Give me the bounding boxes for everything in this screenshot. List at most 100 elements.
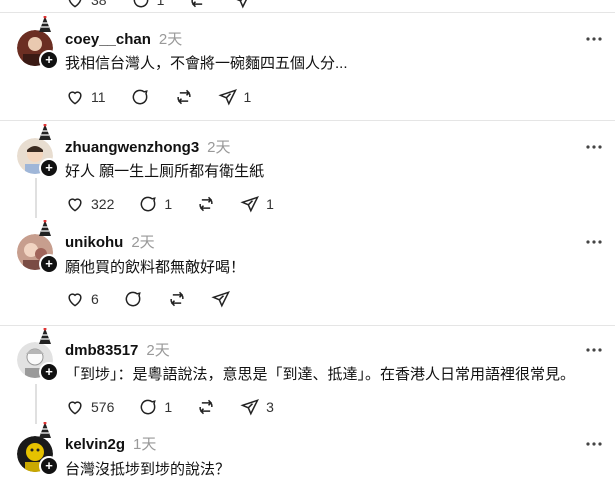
more-icon[interactable]: [585, 138, 603, 156]
share-count: 1: [266, 196, 274, 212]
timestamp[interactable]: 2天: [146, 339, 169, 360]
comment-icon: [140, 196, 157, 212]
share-button[interactable]: [211, 289, 231, 309]
reply-button[interactable]: [130, 87, 150, 107]
reply-button[interactable]: 1: [138, 397, 172, 417]
divider: [0, 120, 615, 121]
thread-line: [35, 384, 37, 424]
avatar[interactable]: +: [17, 220, 59, 274]
like-count: 576: [91, 399, 115, 415]
more-icon[interactable]: [585, 435, 603, 453]
like-button[interactable]: 6: [65, 289, 99, 309]
reply-button[interactable]: 1: [138, 194, 172, 214]
heart-icon: [68, 0, 82, 8]
thread-line: [35, 178, 37, 218]
follow-button[interactable]: +: [39, 158, 59, 178]
share-button[interactable]: [232, 0, 252, 10]
divider: [0, 325, 615, 326]
heart-icon: [68, 293, 82, 307]
avatar[interactable]: +: [17, 328, 59, 382]
post-actions: 6: [65, 288, 255, 310]
post-text: 「到埗」：是粵語說法，意思是「到達、抵達」。在香港人日常用語裡很常見。: [65, 366, 576, 383]
more-icon[interactable]: [585, 233, 603, 251]
username[interactable]: unikohu: [65, 234, 123, 251]
repost-icon: [199, 196, 213, 212]
username[interactable]: coey__chan: [65, 31, 151, 48]
post-header: zhuangwenzhong3 2天: [65, 136, 231, 156]
post-text: 好人 願一生上厠所都有衛生紙: [65, 163, 265, 180]
party-hat-icon: [39, 220, 51, 236]
post-text: 台灣沒抵埗到埗的說法？: [65, 461, 231, 478]
repost-icon: [191, 0, 205, 8]
like-button[interactable]: 576: [65, 397, 114, 417]
share-count: 3: [266, 399, 274, 415]
post-text: 願他買的飲料都無敵好喝！: [65, 259, 246, 276]
party-hat-icon: [39, 422, 51, 438]
heart-icon: [68, 198, 82, 212]
avatar[interactable]: +: [17, 124, 59, 178]
timestamp[interactable]: 2天: [131, 231, 154, 252]
divider: [0, 12, 615, 13]
timestamp[interactable]: 1天: [133, 433, 156, 454]
comment-icon: [140, 399, 157, 415]
more-icon[interactable]: [585, 341, 603, 359]
post-header: unikohu 2天: [65, 231, 155, 251]
send-icon: [240, 399, 260, 416]
share-button[interactable]: 3: [240, 397, 274, 417]
repost-button[interactable]: [196, 194, 216, 214]
username[interactable]: dmb83517: [65, 342, 138, 359]
more-icon[interactable]: [585, 30, 603, 48]
like-count: 38: [91, 0, 107, 8]
heart-icon: [68, 91, 82, 105]
like-button[interactable]: 322: [65, 194, 114, 214]
follow-button[interactable]: +: [39, 362, 59, 382]
share-button[interactable]: 1: [240, 194, 274, 214]
repost-button[interactable]: [188, 0, 208, 10]
post-header: coey__chan 2天: [65, 28, 182, 48]
comment-icon: [133, 0, 148, 8]
reply-count: 1: [156, 0, 165, 8]
reply-count: 1: [164, 196, 173, 212]
comment-icon: [125, 291, 141, 307]
timestamp[interactable]: 2天: [207, 136, 230, 157]
post-header: kelvin2g 1天: [65, 433, 156, 453]
like-count: 6: [91, 291, 99, 307]
timestamp[interactable]: 2天: [159, 28, 182, 49]
thread-feed: 38 1 + coey__chan 2天 我相信台灣人，不會將一碗麵四五個人分.…: [0, 0, 615, 480]
send-icon: [236, 0, 248, 9]
party-hat-icon: [39, 124, 51, 140]
repost-button[interactable]: [196, 397, 216, 417]
follow-button[interactable]: +: [39, 254, 59, 274]
repost-icon: [170, 291, 184, 307]
reply-button[interactable]: 1: [131, 0, 165, 10]
follow-button[interactable]: +: [39, 456, 59, 476]
repost-button[interactable]: [174, 87, 194, 107]
post-text: 我相信台灣人，不會將一碗麵四五個人分...: [65, 55, 348, 72]
reply-button[interactable]: [123, 289, 143, 309]
reply-count: 1: [164, 399, 173, 415]
party-hat-icon: [39, 16, 51, 32]
like-button[interactable]: 11: [65, 87, 106, 107]
send-icon: [211, 291, 230, 308]
repost-icon: [176, 89, 191, 105]
follow-button[interactable]: +: [39, 50, 59, 70]
send-icon: [217, 89, 237, 106]
post-header: dmb83517 2天: [65, 339, 170, 359]
like-count: 322: [91, 196, 115, 212]
repost-icon: [199, 399, 213, 415]
share-button[interactable]: 1: [217, 87, 252, 107]
send-icon: [240, 196, 260, 213]
username[interactable]: kelvin2g: [65, 436, 125, 453]
post-actions: 322 1 1: [65, 193, 298, 215]
comment-icon: [132, 89, 148, 105]
avatar[interactable]: +: [17, 16, 59, 70]
username[interactable]: zhuangwenzhong3: [65, 139, 199, 156]
like-button[interactable]: 38: [65, 0, 107, 10]
avatar[interactable]: +: [17, 422, 59, 476]
repost-button[interactable]: [167, 289, 187, 309]
heart-icon: [68, 401, 82, 415]
like-count: 11: [91, 89, 106, 105]
top-post-actions: 38 1: [65, 0, 276, 11]
share-count: 1: [243, 89, 252, 105]
post-actions: 11 1: [65, 86, 275, 108]
